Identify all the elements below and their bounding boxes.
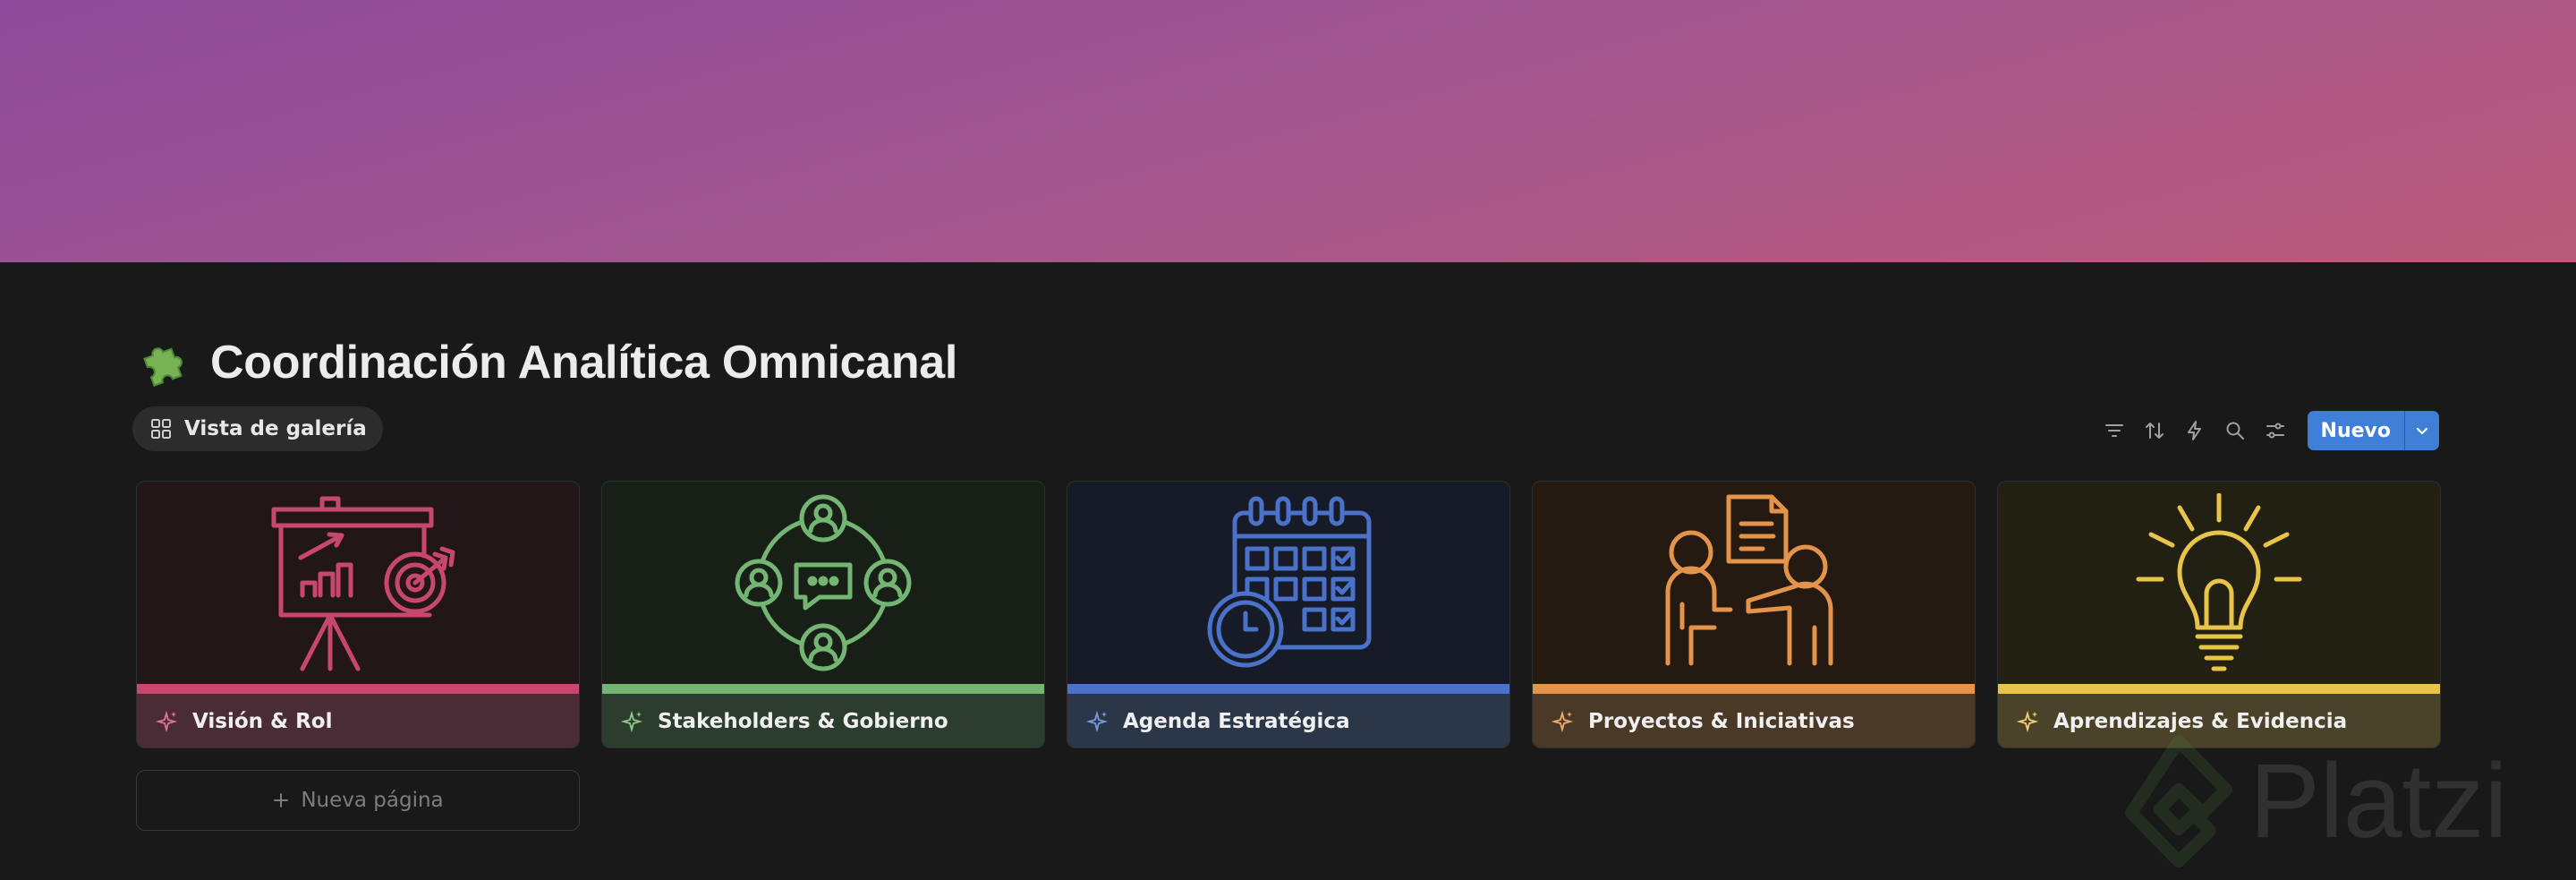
gallery-card[interactable]: Stakeholders & Gobierno — [601, 481, 1045, 748]
sort-button[interactable] — [2135, 411, 2174, 450]
card-cover — [1998, 482, 2440, 684]
card-title: Aprendizajes & Evidencia — [2053, 710, 2348, 733]
view-settings-button[interactable] — [2256, 411, 2295, 450]
card-footer: Agenda Estratégica — [1067, 694, 1509, 748]
sparkle-icon — [620, 710, 643, 733]
database-toolbar: Nuevo — [2094, 411, 2439, 450]
search-button[interactable] — [2215, 411, 2255, 450]
sparkle-icon — [2016, 710, 2039, 733]
new-page-button[interactable]: Nueva página — [136, 770, 580, 831]
gallery-grid-icon — [151, 419, 171, 439]
view-tab-label: Vista de galería — [184, 417, 367, 440]
page-cover[interactable] — [0, 0, 2576, 262]
chevron-down-icon — [2416, 427, 2428, 435]
automation-button[interactable] — [2175, 411, 2215, 450]
search-icon — [2226, 422, 2244, 440]
card-accent-bar — [1998, 684, 2440, 694]
gallery-card[interactable]: Proyectos & Iniciativas — [1532, 481, 1976, 748]
view-tab-gallery[interactable]: Vista de galería — [132, 406, 383, 451]
lightbulb-icon — [2136, 493, 2302, 671]
plus-icon — [274, 793, 289, 807]
card-title: Proyectos & Iniciativas — [1588, 710, 1855, 733]
page-title[interactable]: Coordinación Analítica Omnicanal — [210, 336, 957, 389]
card-cover — [1533, 482, 1975, 684]
puzzle-piece-icon — [143, 347, 183, 388]
card-footer: Visión & Rol — [137, 694, 579, 748]
new-button[interactable]: Nuevo — [2308, 411, 2404, 450]
sparkle-icon — [1085, 710, 1109, 733]
stakeholders-network-icon — [735, 494, 912, 671]
card-footer: Proyectos & Iniciativas — [1533, 694, 1975, 748]
gallery-card[interactable]: Agenda Estratégica — [1067, 481, 1510, 748]
gallery-card[interactable]: Visión & Rol — [136, 481, 580, 748]
calendar-clock-icon — [1207, 496, 1372, 668]
card-accent-bar — [602, 684, 1044, 694]
card-title: Agenda Estratégica — [1123, 710, 1350, 733]
sparkle-icon — [1551, 710, 1574, 733]
card-title: Stakeholders & Gobierno — [658, 710, 948, 733]
card-cover — [137, 482, 579, 684]
presentation-target-icon — [271, 496, 455, 671]
new-dropdown-button[interactable] — [2404, 411, 2439, 450]
platzi-logo-icon — [2125, 735, 2232, 867]
new-page-label: Nueva página — [301, 789, 444, 812]
card-accent-bar — [137, 684, 579, 694]
card-accent-bar — [1067, 684, 1509, 694]
watermark-text: Platzi — [2249, 742, 2508, 860]
card-cover — [1067, 482, 1509, 684]
card-title: Visión & Rol — [192, 710, 333, 733]
gallery-view: Visión & Rol Stakeholders & Gobierno Age… — [136, 481, 2441, 748]
settings-sliders-icon — [2266, 423, 2284, 439]
platzi-watermark: Platzi — [2121, 734, 2508, 868]
sparkle-icon — [155, 710, 178, 733]
card-footer: Stakeholders & Gobierno — [602, 694, 1044, 748]
gallery-card[interactable]: Aprendizajes & Evidencia — [1997, 481, 2441, 748]
new-button-group: Nuevo — [2307, 411, 2439, 450]
sort-icon — [2145, 423, 2164, 439]
people-document-icon — [1665, 494, 1833, 666]
card-cover — [602, 482, 1044, 684]
automation-bolt-icon — [2187, 421, 2201, 440]
filter-icon — [2104, 424, 2123, 437]
card-accent-bar — [1533, 684, 1975, 694]
page-header: Coordinación Analítica Omnicanal — [139, 333, 957, 392]
filter-button[interactable] — [2095, 411, 2134, 450]
